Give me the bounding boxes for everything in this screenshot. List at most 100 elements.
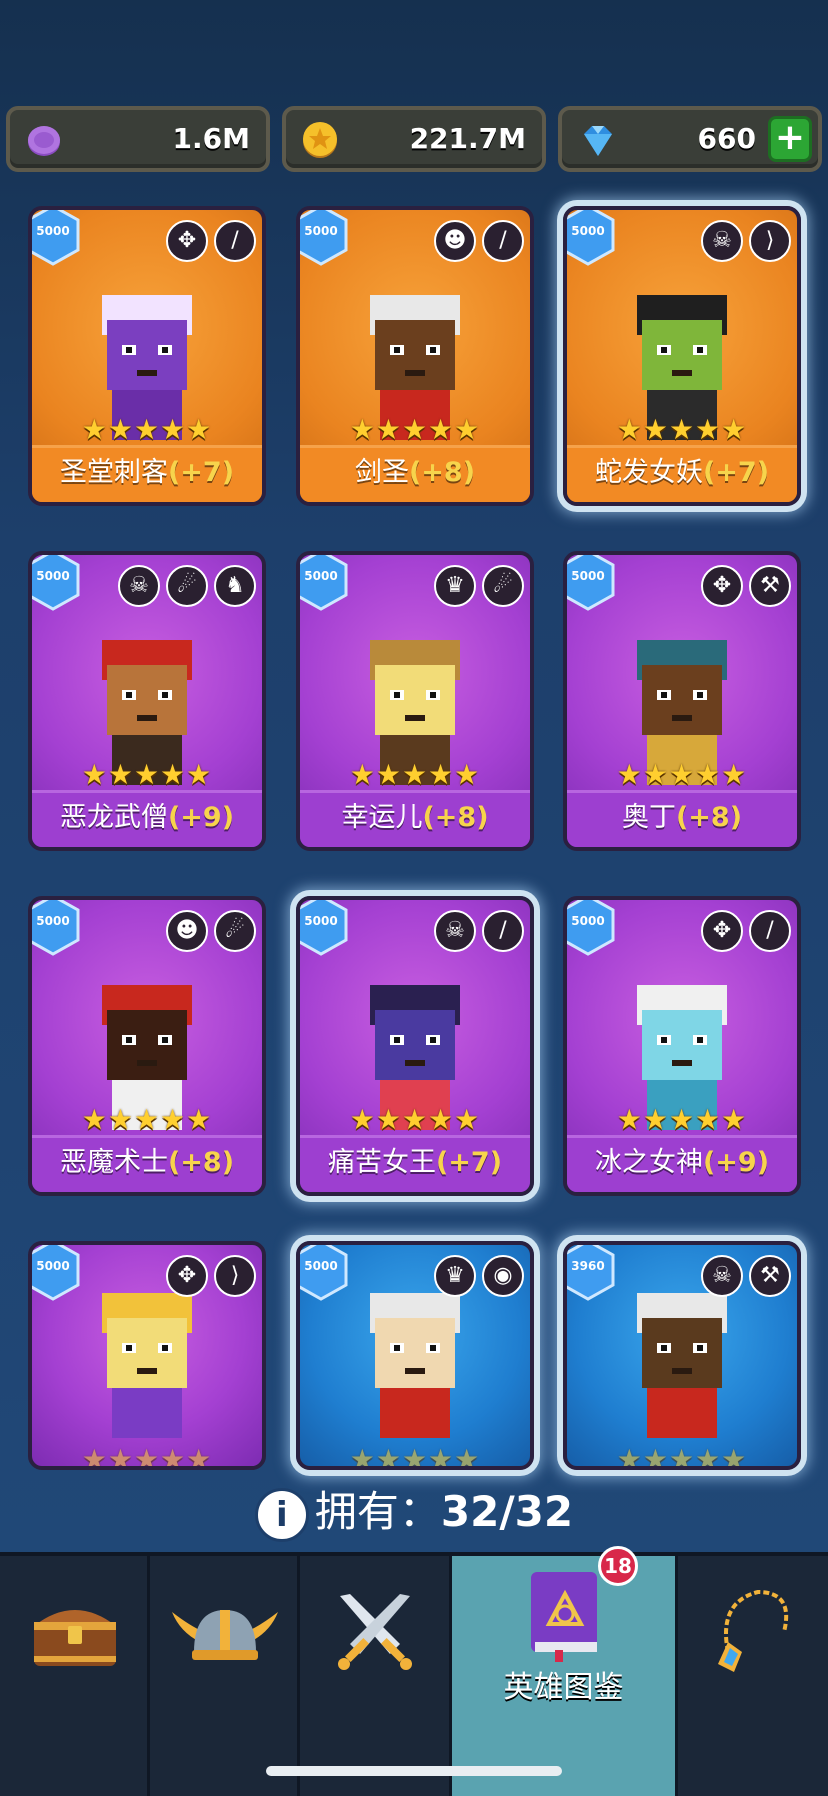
currency-gold[interactable]: 221.7M xyxy=(282,106,546,172)
gold-value: 221.7M xyxy=(409,122,526,155)
skull-icon: ☠ xyxy=(701,220,743,262)
hero-name: 痛苦女王(+7) xyxy=(300,1135,530,1192)
hero-name-text: 蛇发女妖 xyxy=(594,457,703,488)
hero-name-text: 圣堂刺客 xyxy=(59,457,168,488)
star-rating: ★★★★★ xyxy=(349,758,481,791)
purple-token-value: 1.6M xyxy=(172,122,250,155)
hero-name: 恶魔术士(+8) xyxy=(32,1135,262,1192)
bow-icon: ⟩ xyxy=(214,1255,256,1297)
tab-hero-book[interactable]: 18 英雄图鉴 xyxy=(452,1546,678,1796)
fire-icon: ☄ xyxy=(482,565,524,607)
power-badge: 3960 xyxy=(567,1245,617,1301)
power-badge-value: 5000 xyxy=(304,1259,338,1273)
wings-icon: ✥ xyxy=(701,565,743,607)
hero-name-text: 恶龙武僧 xyxy=(59,802,168,833)
hero-card[interactable]: 5000 ☠ ☄ ♞ ★★★★★ 恶龙武僧(+9) xyxy=(28,551,266,851)
diamond-value: 660 xyxy=(697,122,756,155)
skull-icon: ☠ xyxy=(434,910,476,952)
hero-book-badge: 18 xyxy=(598,1546,638,1586)
hero-card[interactable]: 5000 ☻ / ★★★★★ 剑圣(+8) xyxy=(296,206,534,506)
power-badge: 5000 xyxy=(300,1245,350,1301)
hero-name: 圣堂刺客(+7) xyxy=(32,445,262,502)
elf-icon: ♛ xyxy=(434,1255,476,1297)
amulet-icon xyxy=(718,1589,789,1672)
hero-level-bonus: (+8) xyxy=(422,802,489,833)
power-badge: 5000 xyxy=(567,210,617,266)
hero-level-bonus: (+8) xyxy=(167,1147,235,1178)
power-badge: 5000 xyxy=(300,555,350,611)
power-badge: 5000 xyxy=(567,900,617,956)
tab-heroes[interactable] xyxy=(150,1556,300,1796)
tab-equipment[interactable] xyxy=(678,1556,828,1796)
hero-name-text: 冰之女神 xyxy=(594,1147,703,1178)
hero-name: 奥丁(+8) xyxy=(567,790,797,847)
tab-hero-book-label: 英雄图鉴 xyxy=(503,1670,624,1705)
hero-name-text: 奥丁 xyxy=(621,802,676,833)
skull-icon: ☠ xyxy=(701,1255,743,1297)
hero-level-bonus: (+7) xyxy=(435,1147,503,1178)
fire-icon: ☄ xyxy=(166,565,208,607)
power-badge-value: 5000 xyxy=(304,569,338,583)
hero-card[interactable]: 5000 ♛ ◉ ★★★★★ xyxy=(296,1241,534,1470)
power-badge: 5000 xyxy=(567,555,617,611)
power-badge-value: 5000 xyxy=(36,224,70,238)
hero-book-icon xyxy=(531,1572,597,1662)
hero-card[interactable]: 5000 ✥ / ★★★★★ 圣堂刺客(+7) xyxy=(28,206,266,506)
star-rating: ★★★★★ xyxy=(81,1443,213,1470)
power-badge-value: 5000 xyxy=(304,914,338,928)
hero-card[interactable]: 3960 ☠ ⚒ ★★★★★ xyxy=(563,1241,801,1470)
tab-chest[interactable] xyxy=(0,1556,150,1796)
wings-icon: ✥ xyxy=(166,1255,208,1297)
hero-level-bonus: (+7) xyxy=(702,457,770,488)
power-badge-value: 5000 xyxy=(571,224,605,238)
staff-icon: / xyxy=(482,910,524,952)
orc-icon: ☻ xyxy=(434,220,476,262)
info-icon[interactable]: i xyxy=(254,1487,309,1542)
wings-icon: ✥ xyxy=(166,220,208,262)
power-badge-value: 5000 xyxy=(36,1259,70,1273)
add-diamonds-button[interactable]: + xyxy=(768,116,812,162)
hero-card[interactable]: 5000 ☠ ⟩ ★★★★★ 蛇发女妖(+7) xyxy=(563,206,801,506)
hammer-icon: ⚒ xyxy=(749,1255,791,1297)
star-rating: ★★★★★ xyxy=(81,758,213,791)
hero-card[interactable]: 5000 ✥ ⚒ ★★★★★ 奥丁(+8) xyxy=(563,551,801,851)
staff-icon: / xyxy=(749,910,791,952)
currency-diamond[interactable]: 660 + xyxy=(558,106,822,172)
fire-icon: ☄ xyxy=(214,910,256,952)
star-rating: ★★★★★ xyxy=(616,1443,748,1470)
sword-icon: / xyxy=(482,220,524,262)
purple-token-icon xyxy=(28,126,60,156)
currency-purple-token[interactable]: 1.6M xyxy=(6,106,270,172)
eye-icon: ◉ xyxy=(482,1255,524,1297)
wings-icon: ✥ xyxy=(701,910,743,952)
hero-name-text: 恶魔术士 xyxy=(59,1147,168,1178)
treasure-chest-icon xyxy=(34,1610,116,1666)
star-rating: ★★★★★ xyxy=(349,413,481,446)
hero-name-text: 剑圣 xyxy=(354,457,409,488)
power-badge: 5000 xyxy=(32,555,82,611)
elf-icon: ♛ xyxy=(434,565,476,607)
diamond-icon xyxy=(584,126,612,156)
hero-card[interactable]: 5000 ✥ ⟩ ★★★★★ xyxy=(28,1241,266,1470)
hero-card[interactable]: 5000 ✥ / ★★★★★ 冰之女神(+9) xyxy=(563,896,801,1196)
collection-count-value: 32/32 xyxy=(440,1487,574,1536)
viking-helmet-icon xyxy=(172,1610,278,1660)
tab-battle[interactable] xyxy=(300,1556,452,1796)
gold-coin-icon xyxy=(303,122,337,158)
bottom-nav: 18 英雄图鉴 xyxy=(0,1546,828,1796)
hero-level-bonus: (+9) xyxy=(167,802,235,833)
hero-card[interactable]: 5000 ☻ ☄ ★★★★★ 恶魔术士(+8) xyxy=(28,896,266,1196)
hero-card[interactable]: 5000 ♛ ☄ ★★★★★ 幸运儿(+8) xyxy=(296,551,534,851)
power-badge: 5000 xyxy=(32,210,82,266)
hero-card[interactable]: 5000 ☠ / ★★★★★ 痛苦女王(+7) xyxy=(296,896,534,1196)
power-badge: 5000 xyxy=(32,900,82,956)
hero-name: 剑圣(+8) xyxy=(300,445,530,502)
hammer-icon: ⚒ xyxy=(749,565,791,607)
hero-level-bonus: (+9) xyxy=(702,1147,770,1178)
star-rating: ★★★★★ xyxy=(81,413,213,446)
power-badge: 5000 xyxy=(300,900,350,956)
power-badge-value: 5000 xyxy=(36,914,70,928)
power-badge-value: 5000 xyxy=(571,569,605,583)
hero-level-bonus: (+7) xyxy=(167,457,235,488)
collection-label: 拥有： xyxy=(314,1487,441,1536)
